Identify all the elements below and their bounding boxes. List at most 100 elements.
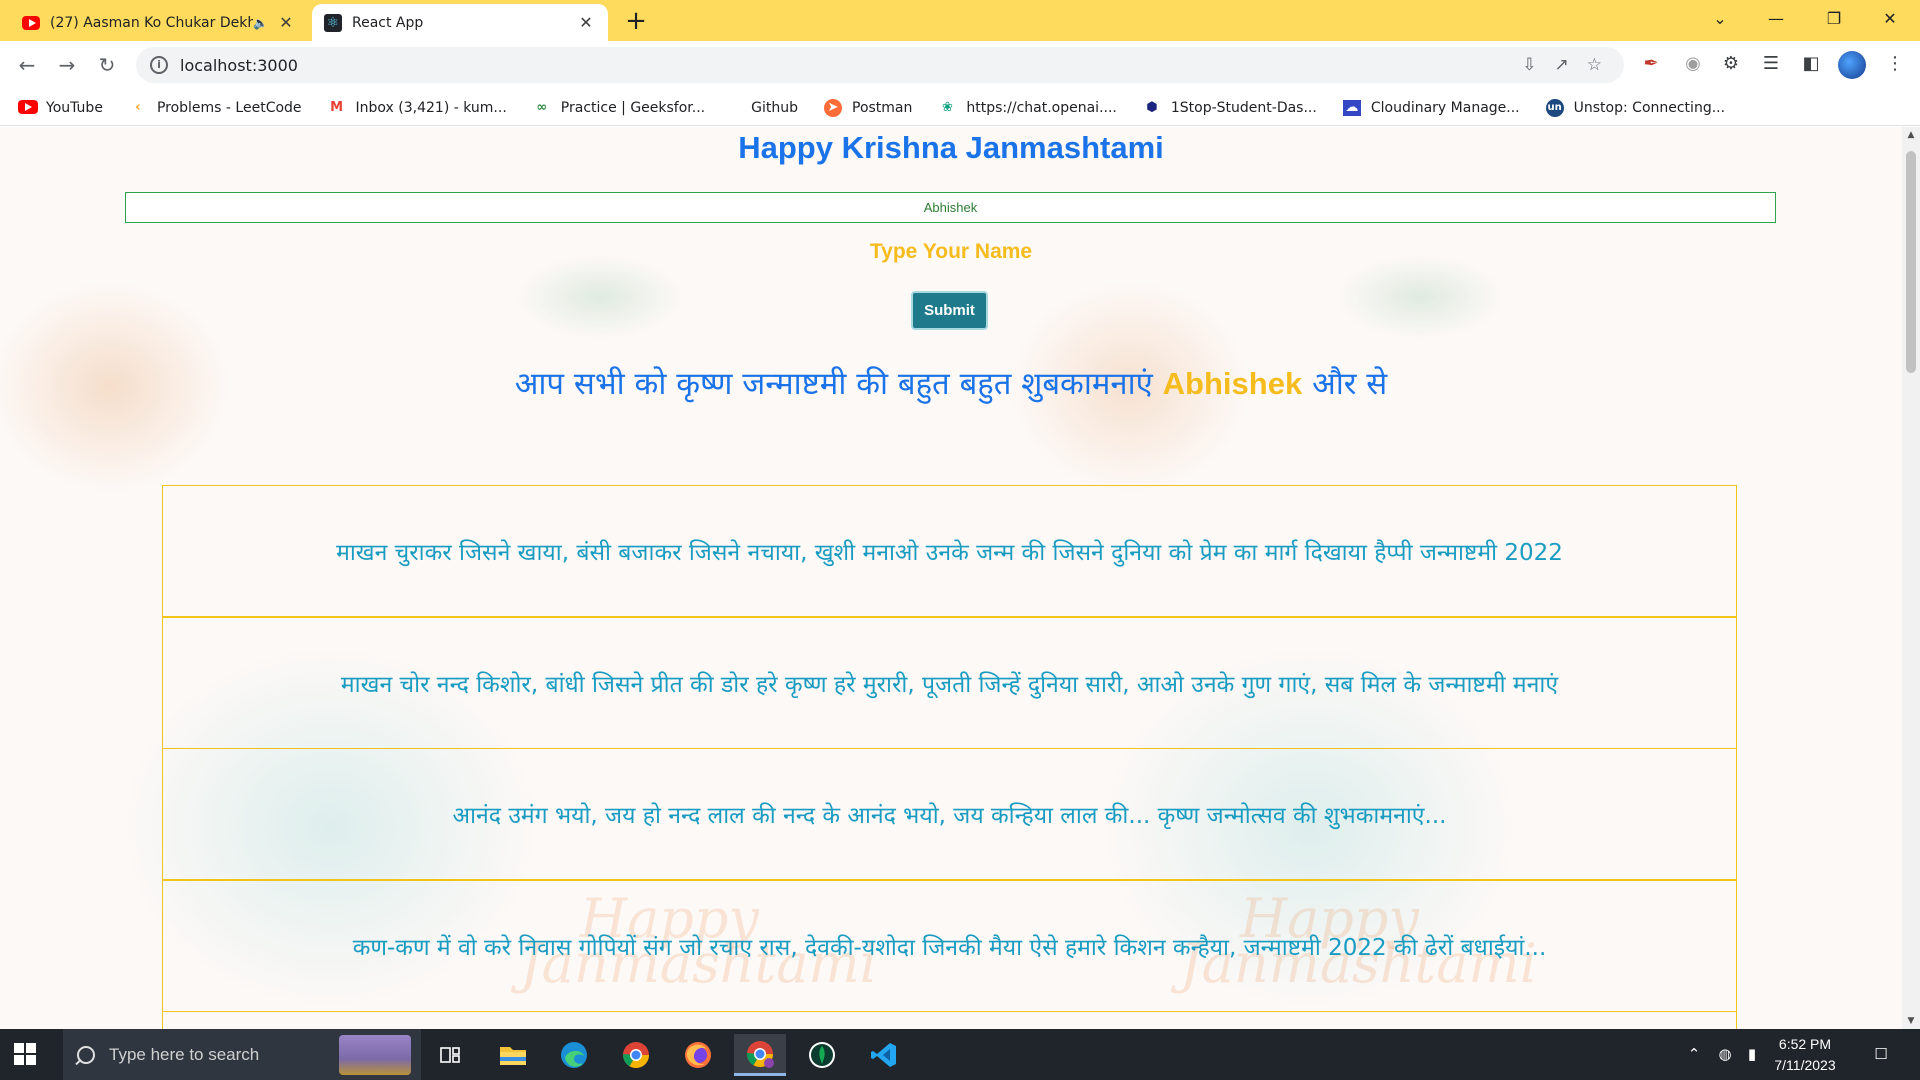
tab-title: React App (352, 14, 424, 31)
clock-time: 6:52 PM (1778, 1036, 1832, 1052)
greeting-message: आप सभी को कृष्ण जन्माष्टमी की बहुत बहुत … (0, 362, 1902, 404)
address-bar[interactable]: i localhost:3000 ⇩ ↗ ☆ (136, 47, 1624, 83)
share-icon[interactable]: ↗ (1555, 55, 1569, 75)
bookmark-label: 1Stop-Student-Das... (1170, 99, 1317, 116)
notifications-icon[interactable]: ☐ (1864, 1029, 1898, 1080)
bookmark-postman[interactable]: ➤ Postman (824, 98, 913, 117)
youtube-icon (18, 99, 38, 116)
greeting-prefix: आप सभी को कृष्ण जन्माष्टमी की बहुत बहुत … (514, 366, 1153, 402)
bookmark-chat-openai[interactable]: ❀ https://chat.openai.... (938, 99, 1117, 116)
speaker-icon[interactable]: 🔈 (253, 16, 268, 30)
page-title: Happy Krishna Janmashtami (738, 130, 1164, 165)
wishes-list: माखन चुराकर जिसने खाया, बंसी बजाकर जिसने… (162, 484, 1737, 1029)
firefox-icon[interactable] (672, 1034, 724, 1076)
bookmark-leetcode[interactable]: ‹ Problems - LeetCode (129, 99, 302, 116)
bookmark-label: Cloudinary Manage... (1370, 99, 1520, 116)
scroll-down-arrow-icon[interactable]: ▼ (1902, 1013, 1920, 1029)
url-text: localhost:3000 (180, 55, 298, 75)
bookmark-label: Problems - LeetCode (156, 99, 302, 116)
bookmark-cloudinary[interactable]: ☁ Cloudinary Manage... (1342, 99, 1520, 116)
vscode-icon[interactable] (858, 1034, 910, 1076)
task-view-icon[interactable] (424, 1034, 476, 1076)
file-explorer-icon[interactable] (487, 1034, 539, 1076)
bookmark-label: Practice | Geeksfor... (560, 99, 706, 116)
greeting-suffix: और से (1312, 366, 1388, 402)
wish-text: आनंद उमंग भयो, जय हो नन्द लाल की नन्द के… (452, 803, 1447, 829)
tab-search-icon[interactable]: ⌄ (1692, 0, 1748, 38)
wifi-icon[interactable]: ◍ (1712, 1029, 1738, 1080)
install-app-icon[interactable]: ⇩ (1522, 55, 1536, 75)
page-content: Happy Janmashtami Happy Janmashtami Happ… (0, 127, 1902, 1029)
battery-icon[interactable]: ▮ (1740, 1029, 1764, 1080)
close-window-button[interactable]: ✕ (1862, 0, 1918, 38)
mongodb-compass-icon[interactable] (796, 1034, 848, 1076)
pen-extension-icon[interactable]: ✒ (1636, 49, 1666, 79)
bookmark-geeksforgeeks[interactable]: ∞ Practice | Geeksfor... (533, 100, 705, 116)
bookmark-star-icon[interactable]: ☆ (1587, 55, 1602, 75)
puzzle-extensions-icon[interactable]: ⚙ (1716, 49, 1746, 79)
wish-text: माखन चोर नन्द किशोर, बांधी जिसने प्रीत क… (340, 671, 1559, 698)
bookmark-label: Inbox (3,421) - kum... (355, 99, 507, 116)
wish-card: माखन चुराकर जिसने खाया, बंसी बजाकर जिसने… (162, 484, 1737, 618)
edge-icon[interactable] (548, 1034, 600, 1076)
onestop-icon: ⬢ (1146, 99, 1158, 115)
taskbar-search-box[interactable]: Type here to search (63, 1029, 421, 1080)
restore-button[interactable]: ❐ (1806, 0, 1862, 38)
greeting-user-name: Abhishek (1162, 366, 1303, 401)
wish-card: माखन चोर नन्द किशोर, बांधी जिसने प्रीत क… (162, 616, 1737, 749)
close-tab-icon[interactable]: ✕ (576, 13, 596, 32)
windows-start-icon[interactable] (14, 1043, 36, 1065)
chrome-profile-icon[interactable] (734, 1034, 786, 1076)
bookmarks-bar: YouTube ‹ Problems - LeetCode M Inbox (3… (0, 90, 1920, 126)
openai-icon: ❀ (941, 99, 953, 115)
windows-taskbar: Type here to search ⌃ ◍ ▮ 6:52 PM 7/11/2… (0, 1029, 1920, 1080)
bookmark-github[interactable]: Github (751, 100, 798, 116)
react-icon: ⚛ (324, 13, 342, 32)
media-controls-icon[interactable]: ☰ (1756, 49, 1786, 79)
side-panel-icon[interactable]: ◧ (1796, 49, 1826, 79)
close-tab-icon[interactable]: ✕ (276, 13, 296, 32)
tab-react-app[interactable]: ⚛ React App ✕ (312, 4, 608, 41)
gmail-icon: M (330, 99, 343, 115)
tab-title: (27) Aasman Ko Chukar Dekh (50, 14, 254, 31)
scroll-up-arrow-icon[interactable]: ▲ (1902, 127, 1920, 143)
forward-button[interactable]: → (51, 49, 83, 81)
bookmark-1stop[interactable]: ⬢ 1Stop-Student-Das... (1143, 100, 1317, 116)
cloudinary-icon: ☁ (1342, 99, 1361, 116)
bookmark-label: Unstop: Connecting... (1573, 99, 1726, 116)
extension-icon[interactable]: ◉ (1678, 49, 1708, 79)
minimize-button[interactable]: — (1748, 0, 1804, 38)
unstop-icon: un (1545, 98, 1564, 117)
chrome-icon[interactable] (610, 1034, 662, 1076)
name-input-label: Type Your Name (869, 240, 1033, 263)
site-info-icon[interactable]: i (150, 56, 168, 74)
postman-icon: ➤ (824, 98, 842, 117)
reload-button[interactable]: ↻ (91, 49, 123, 81)
bookmark-label: YouTube (46, 99, 103, 116)
bookmark-label: Postman (852, 99, 913, 116)
tab-youtube[interactable]: (27) Aasman Ko Chukar Dekh 🔈 ✕ (10, 4, 308, 41)
wish-card: आनंद उमंग भयो, जय हो नन्द लाल की नन्द के… (162, 747, 1737, 881)
search-placeholder: Type here to search (109, 1044, 260, 1064)
new-tab-button[interactable]: + (620, 6, 652, 38)
show-hidden-icons-icon[interactable]: ⌃ (1682, 1029, 1706, 1080)
name-input[interactable] (125, 192, 1776, 223)
youtube-icon (22, 14, 40, 32)
page-scrollbar[interactable]: ▲ ▼ (1902, 127, 1920, 1029)
bookmark-label: https://chat.openai.... (966, 99, 1117, 116)
clock-date: 7/11/2023 (1774, 1057, 1836, 1073)
tab-strip: (27) Aasman Ko Chukar Dekh 🔈 ✕ ⚛ React A… (0, 0, 1920, 41)
scrollbar-thumb[interactable] (1906, 151, 1916, 373)
bookmark-gmail[interactable]: M Inbox (3,421) - kum... (328, 100, 507, 116)
bookmark-youtube[interactable]: YouTube (18, 99, 103, 116)
browser-toolbar: ← → ↻ i localhost:3000 ⇩ ↗ ☆ ✒ ◉ ⚙ ☰ ◧ ⋮ (0, 41, 1920, 90)
geeksforgeeks-icon: ∞ (536, 99, 548, 115)
profile-avatar[interactable] (1838, 51, 1866, 79)
wish-card-partial (162, 1010, 1737, 1029)
back-button[interactable]: ← (11, 49, 43, 81)
wish-text: माखन चुराकर जिसने खाया, बंसी बजाकर जिसने… (336, 540, 1563, 566)
bookmark-unstop[interactable]: un Unstop: Connecting... (1545, 98, 1726, 117)
taskbar-clock[interactable]: 6:52 PM 7/11/2023 (1762, 1034, 1848, 1076)
more-menu-icon[interactable]: ⋮ (1880, 49, 1910, 79)
submit-button[interactable]: Submit (911, 291, 988, 330)
